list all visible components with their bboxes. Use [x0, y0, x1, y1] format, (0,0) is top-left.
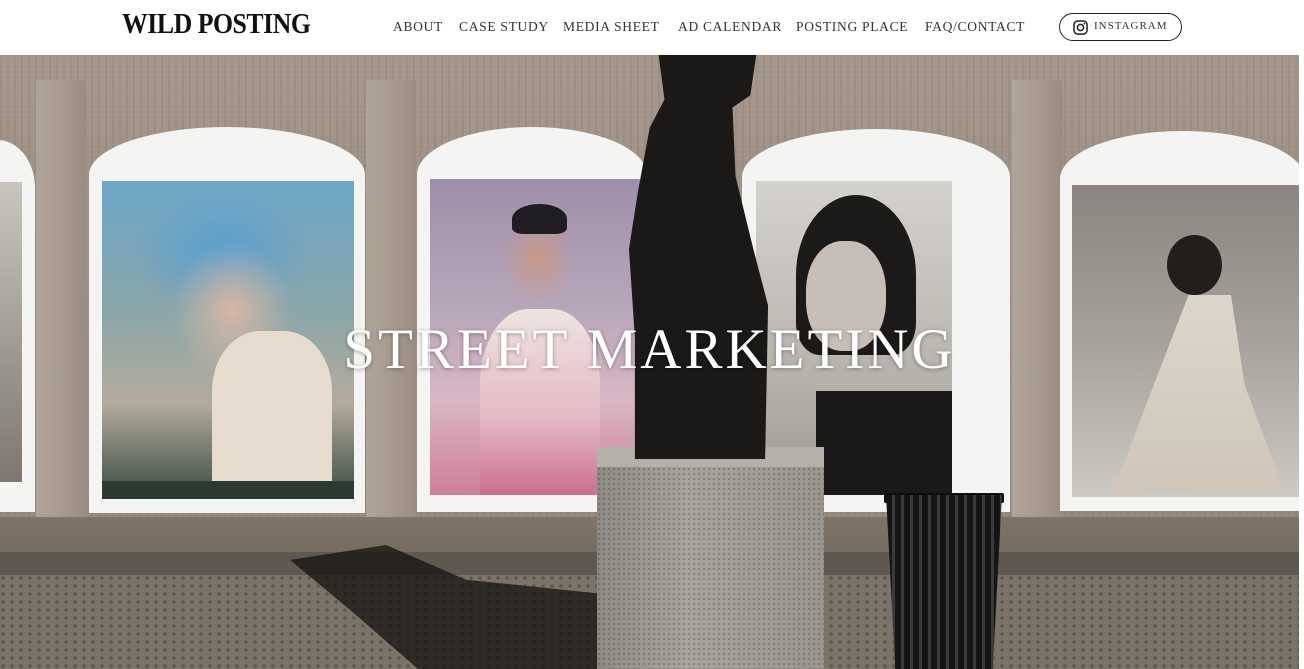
instagram-button[interactable]: INSTAGRAM — [1059, 13, 1182, 41]
instagram-icon — [1073, 20, 1088, 35]
nav-faq-contact[interactable]: FAQ/CONTACT — [925, 19, 1025, 35]
nav-posting-place[interactable]: POSTING PLACE — [796, 19, 908, 35]
site-logo[interactable]: WILD POSTING — [122, 9, 311, 41]
hero-title: STREET MARKETING — [343, 318, 956, 381]
nav-media-sheet[interactable]: MEDIA SHEET — [563, 19, 660, 35]
wall-pillar — [1012, 80, 1062, 520]
trash-bin — [886, 495, 1002, 669]
nav-ad-calendar[interactable]: AD CALENDAR — [678, 19, 782, 35]
statue-pedestal — [597, 447, 824, 669]
hero-banner: STREET MARKETING — [0, 55, 1299, 669]
site-header: WILD POSTING ABOUT CASE STUDY MEDIA SHEE… — [0, 0, 1304, 55]
nav-about[interactable]: ABOUT — [393, 19, 443, 35]
wall-pillar — [36, 80, 86, 520]
wall-pillar — [366, 80, 416, 520]
instagram-label: INSTAGRAM — [1094, 20, 1168, 32]
nav-case-study[interactable]: CASE STUDY — [459, 19, 549, 35]
